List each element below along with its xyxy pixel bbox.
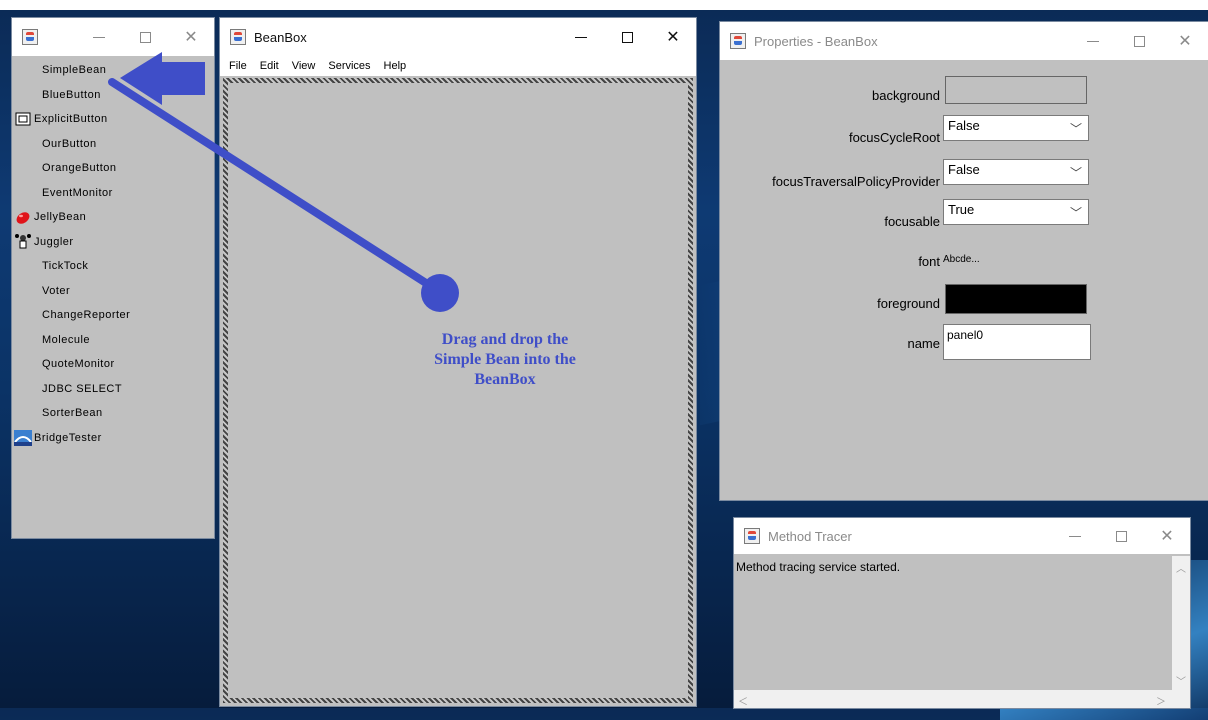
tracer-titlebar[interactable]: Method Tracer ✕ (734, 518, 1190, 554)
menu-services[interactable]: Services (328, 60, 370, 72)
property-label-font: font (918, 254, 940, 269)
bean-item-bridgetester[interactable]: BridgeTester (12, 426, 214, 451)
toolbox-titlebar[interactable]: ✕ (12, 18, 214, 56)
close-icon: ✕ (184, 29, 198, 46)
minimize-icon (575, 36, 587, 38)
button-icon (12, 110, 34, 128)
maximize-button[interactable] (604, 18, 650, 56)
bean-item-jdbc-select[interactable]: JDBC SELECT (12, 377, 214, 402)
scroll-down-icon[interactable]: ﹀ (1176, 673, 1186, 688)
horizontal-scrollbar[interactable]: ＜ ＞ (734, 690, 1190, 708)
font-value[interactable]: Abcde... (943, 254, 980, 265)
bean-item-changereporter[interactable]: ChangeReporter (12, 303, 214, 328)
properties-titlebar[interactable]: Properties - BeanBox ✕ (720, 22, 1208, 60)
close-icon: ✕ (1160, 528, 1174, 545)
java-icon (22, 29, 38, 45)
foreground-color-swatch[interactable] (945, 284, 1087, 314)
bean-item-bluebutton[interactable]: BlueButton (12, 83, 214, 108)
top-edge (0, 0, 1208, 10)
bean-item-orangebutton[interactable]: OrangeButton (12, 156, 214, 181)
java-icon (744, 528, 760, 544)
close-button[interactable]: ✕ (1144, 518, 1190, 554)
window-title: Properties - BeanBox (754, 33, 878, 49)
java-icon (230, 29, 246, 45)
beanbox-titlebar[interactable]: BeanBox ✕ (220, 18, 696, 56)
maximize-icon (1133, 35, 1145, 47)
method-tracer-window: Method Tracer ✕ Method tracing service s… (734, 518, 1190, 708)
jellybean-icon (12, 208, 34, 226)
bean-item-jellybean[interactable]: JellyBean (12, 205, 214, 230)
name-field[interactable]: panel0 (943, 324, 1091, 360)
menu-file[interactable]: File (229, 60, 247, 72)
property-label-focusable: focusable (884, 214, 940, 229)
scroll-right-icon[interactable]: ＞ (1156, 693, 1166, 708)
bean-item-simplebean[interactable]: SimpleBean (12, 58, 214, 83)
chevron-down-icon: ﹀ (1069, 206, 1082, 220)
property-label-focustraversalpolicyprovider: focusTraversalPolicyProvider (772, 174, 940, 189)
property-label-name: name (907, 336, 940, 351)
minimize-button[interactable] (1070, 22, 1116, 60)
menu-view[interactable]: View (292, 60, 316, 72)
maximize-icon (621, 31, 633, 43)
close-button[interactable]: ✕ (168, 18, 214, 56)
window-title: Method Tracer (768, 528, 852, 544)
window-title: BeanBox (254, 29, 307, 45)
bean-item-ticktock[interactable]: TickTock (12, 254, 214, 279)
close-icon: ✕ (666, 29, 680, 46)
chevron-down-icon: ﹀ (1069, 122, 1082, 136)
bean-item-eventmonitor[interactable]: EventMonitor (12, 181, 214, 206)
annotation-text: Drag and drop the Simple Bean into the B… (434, 331, 576, 388)
minimize-icon (1069, 535, 1081, 537)
close-icon: ✕ (1178, 33, 1192, 50)
toolbox-window: ✕ SimpleBean BlueButton ExplicitButton O… (12, 18, 214, 538)
bean-item-ourbutton[interactable]: OurButton (12, 132, 214, 157)
minimize-button[interactable] (1052, 518, 1098, 554)
tracer-log-text: Method tracing service started. (736, 560, 901, 574)
maximize-icon (1115, 530, 1127, 542)
minimize-button[interactable] (558, 18, 604, 56)
bean-item-juggler[interactable]: Juggler (12, 230, 214, 255)
minimize-icon (1087, 40, 1099, 42)
maximize-icon (139, 31, 151, 43)
property-label-background: background (872, 88, 940, 103)
bean-list: SimpleBean BlueButton ExplicitButton Our… (12, 58, 214, 450)
vertical-scrollbar[interactable]: ︿ ﹀ (1172, 556, 1190, 690)
bean-item-explicitbutton[interactable]: ExplicitButton (12, 107, 214, 132)
focuscycleroot-select[interactable]: False ﹀ (943, 115, 1089, 141)
background-color-swatch[interactable] (945, 76, 1087, 104)
maximize-button[interactable] (1116, 22, 1162, 60)
bean-item-quotemonitor[interactable]: QuoteMonitor (12, 352, 214, 377)
focustraversalpolicyprovider-select[interactable]: False ﹀ (943, 159, 1089, 185)
maximize-button[interactable] (122, 18, 168, 56)
close-button[interactable]: ✕ (1162, 22, 1208, 60)
java-icon (730, 33, 746, 49)
bean-item-molecule[interactable]: Molecule (12, 328, 214, 353)
scroll-left-icon[interactable]: ＜ (738, 693, 748, 708)
scroll-up-icon[interactable]: ︿ (1176, 560, 1186, 575)
bridge-icon (12, 429, 34, 447)
bean-item-sorterbean[interactable]: SorterBean (12, 401, 214, 426)
bean-canvas[interactable] (223, 78, 693, 703)
focusable-select[interactable]: True ﹀ (943, 199, 1089, 225)
maximize-button[interactable] (1098, 518, 1144, 554)
properties-window: Properties - BeanBox ✕ background focusC… (720, 22, 1208, 500)
menu-edit[interactable]: Edit (260, 60, 279, 72)
bean-item-voter[interactable]: Voter (12, 279, 214, 304)
close-button[interactable]: ✕ (650, 18, 696, 56)
minimize-icon (93, 36, 105, 38)
juggler-icon (12, 233, 34, 251)
property-label-foreground: foreground (877, 296, 940, 311)
menu-help[interactable]: Help (384, 60, 407, 72)
menu-bar: File Edit View Services Help (220, 56, 696, 76)
minimize-button[interactable] (76, 18, 122, 56)
chevron-down-icon: ﹀ (1069, 166, 1082, 180)
property-label-focuscycleroot: focusCycleRoot (848, 130, 940, 145)
